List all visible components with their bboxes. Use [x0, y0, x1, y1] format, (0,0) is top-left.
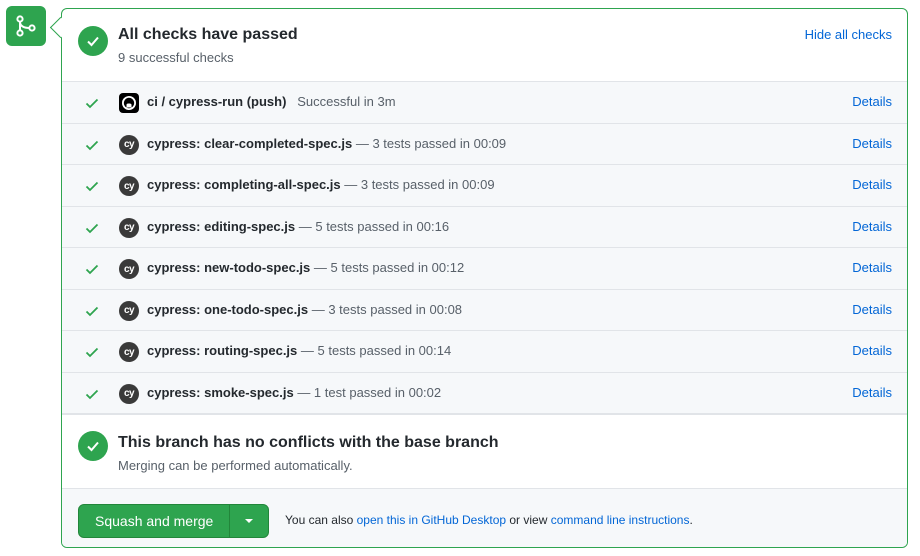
check-name: cypress: one-todo-spec.js	[147, 301, 309, 317]
check-name: cypress: routing-spec.js	[147, 343, 298, 358]
check-description: — 3 tests passed in 00:08	[308, 301, 463, 317]
check-description: — 5 tests passed in 00:12	[310, 260, 465, 275]
avatar-text: cy	[123, 180, 135, 192]
chevron-down-icon	[245, 519, 254, 523]
cypress-icon: cy	[119, 176, 139, 196]
github-icon	[119, 93, 139, 113]
squash-and-merge-button[interactable]: Squash and merge	[79, 505, 229, 537]
check-description: — 5 tests passed in 00:14	[297, 343, 452, 358]
note-middle: or view	[506, 513, 551, 527]
check-row: cy cypress: editing-spec.js — 5 tests pas…	[62, 207, 907, 248]
check-row: cy cypress: clear-completed-spec.js — 3 t…	[62, 124, 907, 165]
merge-options-dropdown[interactable]	[229, 505, 268, 537]
check-description: — 5 tests passed in 00:16	[295, 218, 450, 234]
merge-button-group: Squash and merge	[78, 504, 270, 538]
check-name: cypress: smoke-spec.js	[147, 384, 294, 400]
merge-actions: Squash and merge You can also open this …	[62, 489, 907, 547]
check-icon	[85, 98, 99, 109]
merge-status-panel: All checks have passed 9 successful chec…	[61, 8, 908, 548]
check-details-link[interactable]: Details	[852, 219, 892, 234]
check-row: cy cypress: completing-all-spec.js — 3 te…	[62, 165, 907, 207]
check-text: cypress: one-todo-spec.js — 3 tests pass…	[147, 302, 462, 317]
conflicts-subtitle: Merging can be performed automatically.	[118, 458, 353, 473]
command-line-instructions-link[interactable]: command line instructions	[551, 513, 690, 527]
check-text: cypress: routing-spec.js — 5 tests passe…	[147, 343, 451, 358]
avatar-text: cy	[123, 263, 135, 275]
checks-header: All checks have passed 9 successful chec…	[62, 9, 907, 82]
cypress-icon: cy	[119, 134, 139, 155]
check-icon	[85, 223, 99, 233]
conflicts-title: This branch has no conflicts with the ba…	[118, 434, 499, 451]
cypress-icon: cy	[119, 300, 139, 321]
checks-count: 9 successful checks	[118, 50, 234, 65]
check-details-link[interactable]: Details	[852, 260, 892, 275]
check-details-link[interactable]: Details	[852, 343, 892, 358]
cypress-icon: cy	[119, 259, 139, 279]
note-prefix: You can also	[285, 513, 357, 527]
hide-all-checks-link[interactable]: Hide all checks	[805, 27, 892, 42]
note-suffix: .	[689, 513, 693, 527]
git-merge-icon	[6, 6, 46, 46]
check-row: ci / cypress-run (push) Successful in 3m…	[62, 82, 907, 124]
avatar-text: cy	[123, 139, 135, 150]
check-row: cy cypress: new-todo-spec.js — 5 tests pa…	[62, 248, 907, 290]
check-details-link[interactable]: Details	[852, 302, 892, 317]
check-description: — 1 test passed in 00:02	[293, 384, 442, 400]
check-name: cypress: new-todo-spec.js	[147, 260, 311, 275]
check-details-link[interactable]: Details	[852, 385, 892, 400]
check-icon	[85, 140, 99, 150]
check-name: cypress: clear-completed-spec.js	[147, 135, 353, 151]
open-in-desktop-link[interactable]: open this in GitHub Desktop	[357, 513, 506, 527]
check-icon	[85, 264, 99, 275]
check-row: cy cypress: one-todo-spec.js — 3 tests pa…	[62, 290, 907, 331]
check-row: cy cypress: smoke-spec.js — 1 test passed…	[62, 373, 907, 414]
merge-alternatives-note: You can also open this in GitHub Desktop…	[285, 513, 693, 527]
check-name: cypress: editing-spec.js	[147, 218, 296, 234]
check-text: cypress: clear-completed-spec.js — 3 tes…	[147, 136, 506, 151]
cypress-icon: cy	[119, 342, 139, 362]
check-icon	[85, 389, 99, 399]
check-text: cypress: smoke-spec.js — 1 test passed i…	[147, 385, 441, 400]
avatar-text: cy	[123, 305, 135, 316]
no-conflicts-icon	[78, 431, 108, 461]
checks-title: All checks have passed	[118, 26, 298, 43]
cypress-icon: cy	[119, 383, 139, 404]
check-text: cypress: editing-spec.js — 5 tests passe…	[147, 219, 449, 234]
check-description: Successful in 3m	[297, 94, 396, 109]
check-details-link[interactable]: Details	[852, 94, 892, 109]
avatar-text: cy	[123, 222, 135, 233]
check-details-link[interactable]: Details	[852, 177, 892, 192]
check-text: cypress: completing-all-spec.js — 3 test…	[147, 177, 495, 192]
check-icon	[85, 347, 99, 358]
conflicts-section: This branch has no conflicts with the ba…	[62, 414, 907, 489]
check-name: ci / cypress-run (push)	[147, 94, 287, 109]
check-text: cypress: new-todo-spec.js — 5 tests pass…	[147, 260, 464, 275]
check-details-link[interactable]: Details	[852, 136, 892, 151]
check-text: ci / cypress-run (push) Successful in 3m	[147, 94, 396, 109]
check-icon	[85, 306, 99, 316]
checks-list: ci / cypress-run (push) Successful in 3m…	[62, 82, 907, 414]
check-icon	[85, 181, 99, 192]
cypress-icon: cy	[119, 217, 139, 238]
avatar-text: cy	[123, 346, 135, 358]
check-row: cy cypress: routing-spec.js — 5 tests pas…	[62, 331, 907, 373]
check-description: — 3 tests passed in 00:09	[352, 135, 507, 151]
avatar-text: cy	[123, 388, 135, 399]
check-description: — 3 tests passed in 00:09	[340, 177, 495, 192]
check-name: cypress: completing-all-spec.js	[147, 177, 341, 192]
checks-passed-icon	[78, 26, 108, 56]
